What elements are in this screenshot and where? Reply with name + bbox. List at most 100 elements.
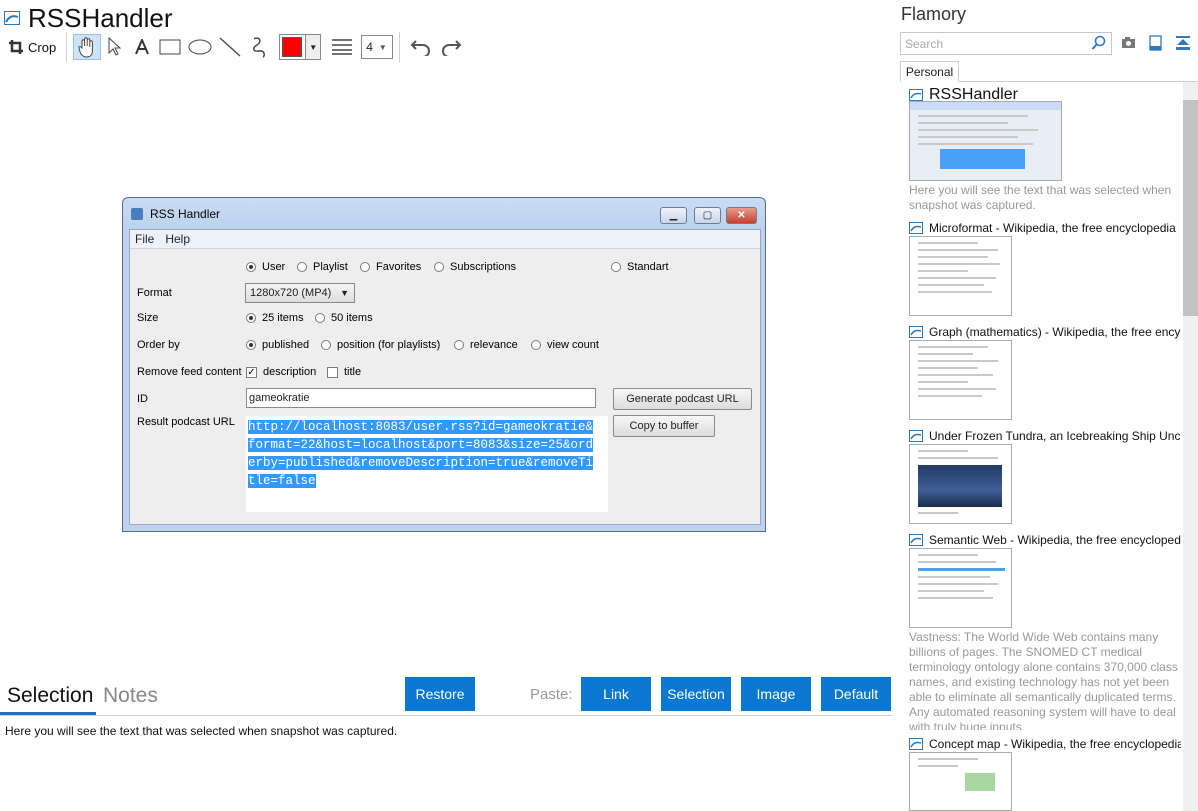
java-icon <box>131 208 143 220</box>
collapse-panel-icon[interactable] <box>1175 35 1191 56</box>
hand-tool-button[interactable] <box>73 34 102 60</box>
radio-25-items[interactable]: 25 items <box>246 312 304 324</box>
radio-view-count[interactable]: view count <box>531 339 599 351</box>
text-tool-button[interactable] <box>129 34 155 60</box>
radio-playlist[interactable]: Playlist <box>297 261 348 273</box>
search-icon[interactable] <box>1091 35 1107 56</box>
flamory-snapshot-icon <box>909 89 923 101</box>
flamory-logo-icon <box>4 11 20 25</box>
crop-button[interactable]: Crop <box>4 34 60 60</box>
line-width-select[interactable]: 4 ▼ <box>361 35 394 59</box>
rectangle-icon <box>159 39 181 55</box>
flamory-snapshot-icon <box>909 534 923 546</box>
document-icon[interactable] <box>1149 35 1162 56</box>
color-picker[interactable]: ▼ <box>279 34 322 60</box>
radio-published[interactable]: published <box>246 339 309 351</box>
tab-notes[interactable]: Notes <box>103 684 158 708</box>
snapshot-title-text: Graph (mathematics) - Wikipedia, the fre… <box>929 325 1181 339</box>
line-width-icon <box>332 39 353 55</box>
line-icon <box>219 37 241 57</box>
generate-podcast-url-button[interactable]: Generate podcast URL <box>613 388 752 410</box>
checkbox-description[interactable]: ✓ description <box>246 366 316 378</box>
radio-50-items[interactable]: 50 items <box>315 312 373 324</box>
format-select[interactable]: 1280x720 (MP4) ▼ <box>245 283 355 303</box>
selection-text: Here you will see the text that was sele… <box>5 724 398 738</box>
undo-button[interactable] <box>406 34 436 60</box>
line-tool-button[interactable] <box>215 34 245 60</box>
id-input[interactable]: gameokratie <box>246 388 596 408</box>
crop-label: Crop <box>28 39 57 55</box>
window-titlebar: RSS Handler <box>131 207 220 221</box>
restore-button[interactable]: Restore <box>405 677 475 711</box>
camera-icon[interactable] <box>1121 36 1136 54</box>
paste-image-button[interactable]: Image <box>741 677 811 711</box>
radio-standart[interactable]: Standart <box>611 261 669 273</box>
snapshot-thumbnail[interactable] <box>909 752 1012 811</box>
maximize-button[interactable]: ▢ <box>694 207 721 224</box>
radio-icon <box>434 262 444 272</box>
tab-personal[interactable]: Personal <box>900 61 959 82</box>
snapshot-title[interactable]: Concept map - Wikipedia, the free encycl… <box>909 737 1181 751</box>
snapshot-title-text: Semantic Web - Wikipedia, the free encyc… <box>929 533 1181 547</box>
snapshot-thumbnail[interactable] <box>909 444 1012 524</box>
search-input[interactable]: Search <box>900 32 1112 55</box>
text-icon <box>135 39 150 55</box>
paste-selection-button[interactable]: Selection <box>661 677 731 711</box>
panel-title: Flamory <box>901 4 967 24</box>
rectangle-tool-button[interactable] <box>155 34 185 60</box>
snapshot-title[interactable]: Under Frozen Tundra, an Icebreaking Ship… <box>909 429 1181 443</box>
rss-handler-window: RSS Handler ▁ ▢ ✕ File Help User Playlis… <box>122 197 766 532</box>
ellipse-icon <box>188 39 212 55</box>
select-tool-button[interactable] <box>101 34 129 60</box>
checkbox-icon <box>327 366 338 378</box>
minimize-button[interactable]: ▁ <box>660 207 687 224</box>
checkmark-icon: ✓ <box>246 366 257 378</box>
scrollbar-thumb[interactable] <box>1183 100 1198 316</box>
line-width-button[interactable] <box>327 34 357 60</box>
format-label: Format <box>137 287 172 299</box>
radio-icon <box>297 262 307 272</box>
redo-button[interactable] <box>436 34 466 60</box>
snapshot-title[interactable]: Microformat - Wikipedia, the free encycl… <box>909 221 1181 235</box>
radio-position[interactable]: position (for playlists) <box>321 339 440 351</box>
radio-selected-icon <box>246 340 256 350</box>
undo-icon <box>410 40 431 56</box>
snapshot-thumbnail[interactable] <box>909 101 1062 181</box>
snapshot-title-text: Concept map - Wikipedia, the free encycl… <box>929 737 1181 751</box>
radio-icon <box>321 340 331 350</box>
freehand-tool-button[interactable] <box>245 34 275 60</box>
snapshot-title[interactable]: Graph (mathematics) - Wikipedia, the fre… <box>909 325 1181 339</box>
snapshot-thumbnail[interactable] <box>909 340 1012 420</box>
checkbox-title[interactable]: title <box>327 366 361 378</box>
format-value: 1280x720 (MP4) <box>250 287 332 299</box>
cursor-arrow-icon <box>108 37 122 56</box>
menu-help[interactable]: Help <box>165 232 190 246</box>
snapshot-title[interactable]: Semantic Web - Wikipedia, the free encyc… <box>909 533 1181 547</box>
tab-selection[interactable]: Selection <box>7 684 93 708</box>
radio-label: 50 items <box>331 312 373 324</box>
snapshot-title-text: Under Frozen Tundra, an Icebreaking Ship… <box>929 429 1181 443</box>
chevron-down-icon: ▼ <box>340 288 349 298</box>
radio-subscriptions[interactable]: Subscriptions <box>434 261 516 273</box>
close-button[interactable]: ✕ <box>726 207 757 224</box>
menu-file[interactable]: File <box>135 232 154 246</box>
menu-bar: File Help <box>130 230 760 249</box>
chevron-down-icon[interactable]: ▼ <box>305 35 321 59</box>
order-label: Order by <box>137 339 180 351</box>
radio-user[interactable]: User <box>246 261 285 273</box>
paste-default-button[interactable]: Default <box>821 677 891 711</box>
result-url-textarea[interactable]: http://localhost:8083/user.rss?id=gameok… <box>246 416 608 512</box>
freehand-icon <box>253 37 266 58</box>
paste-link-button[interactable]: Link <box>581 677 651 711</box>
checkbox-label: title <box>344 366 362 378</box>
snapshot-thumbnail[interactable] <box>909 548 1012 628</box>
id-label: ID <box>137 393 148 405</box>
radio-favorites[interactable]: Favorites <box>360 261 421 273</box>
snapshot-description: Vastness: The World Wide Web contains ma… <box>909 630 1178 730</box>
ellipse-tool-button[interactable] <box>185 34 215 60</box>
flamory-snapshot-icon <box>909 222 923 234</box>
radio-label: Standart <box>627 261 669 273</box>
snapshot-thumbnail[interactable] <box>909 236 1012 316</box>
radio-relevance[interactable]: relevance <box>454 339 518 351</box>
copy-to-buffer-button[interactable]: Copy to buffer <box>613 415 715 437</box>
